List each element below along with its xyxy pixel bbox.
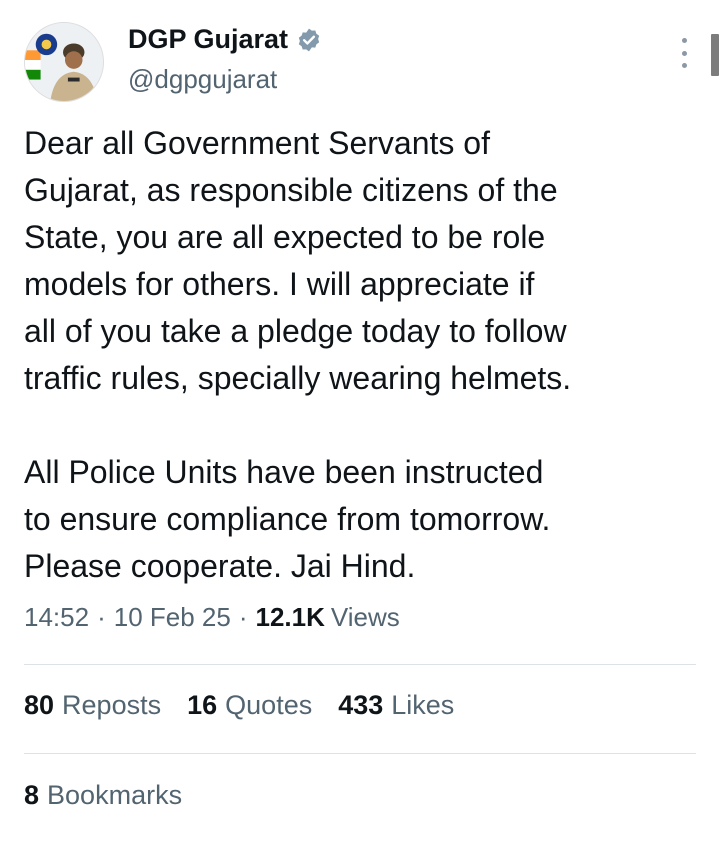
reposts-count: 80: [24, 690, 55, 720]
reposts-stat[interactable]: 80 Reposts: [24, 690, 161, 721]
quotes-label: Quotes: [225, 690, 313, 720]
bookmarks-count: 8: [24, 780, 40, 810]
bookmarks-stat[interactable]: 8 Bookmarks: [24, 780, 182, 811]
tweet-header: DGP Gujarat @dgpgujarat: [24, 20, 694, 104]
more-options-icon[interactable]: [674, 38, 694, 68]
engagement-stats: 80 Reposts 16 Quotes 433 Likes: [24, 690, 480, 721]
tweet-time[interactable]: 14:52: [24, 602, 89, 633]
avatar[interactable]: [24, 22, 104, 102]
divider: [24, 753, 696, 754]
likes-label: Likes: [391, 690, 455, 720]
tweet-date[interactable]: 10 Feb 25: [114, 602, 231, 633]
separator: ·: [238, 602, 248, 632]
tweet-meta: 14:52 · 10 Feb 25 · 12.1K Views: [24, 602, 400, 633]
views-label: Views: [330, 602, 400, 632]
handle[interactable]: @dgpgujarat: [128, 64, 277, 95]
likes-stat[interactable]: 433 Likes: [338, 690, 454, 721]
divider: [24, 664, 696, 665]
reposts-label: Reposts: [62, 690, 162, 720]
avatar-image: [25, 23, 103, 101]
views-count: 12.1K: [255, 602, 325, 632]
verified-badge-icon: [296, 27, 322, 53]
bookmarks-label: Bookmarks: [47, 780, 183, 810]
name-row: DGP Gujarat: [128, 24, 322, 55]
display-name[interactable]: DGP Gujarat: [128, 24, 288, 55]
scrollbar[interactable]: [711, 34, 719, 76]
likes-count: 433: [338, 690, 384, 720]
tweet-text: Dear all Government Servants of Gujarat,…: [24, 125, 572, 584]
quotes-count: 16: [187, 690, 218, 720]
quotes-stat[interactable]: 16 Quotes: [187, 690, 312, 721]
separator: ·: [97, 602, 106, 632]
